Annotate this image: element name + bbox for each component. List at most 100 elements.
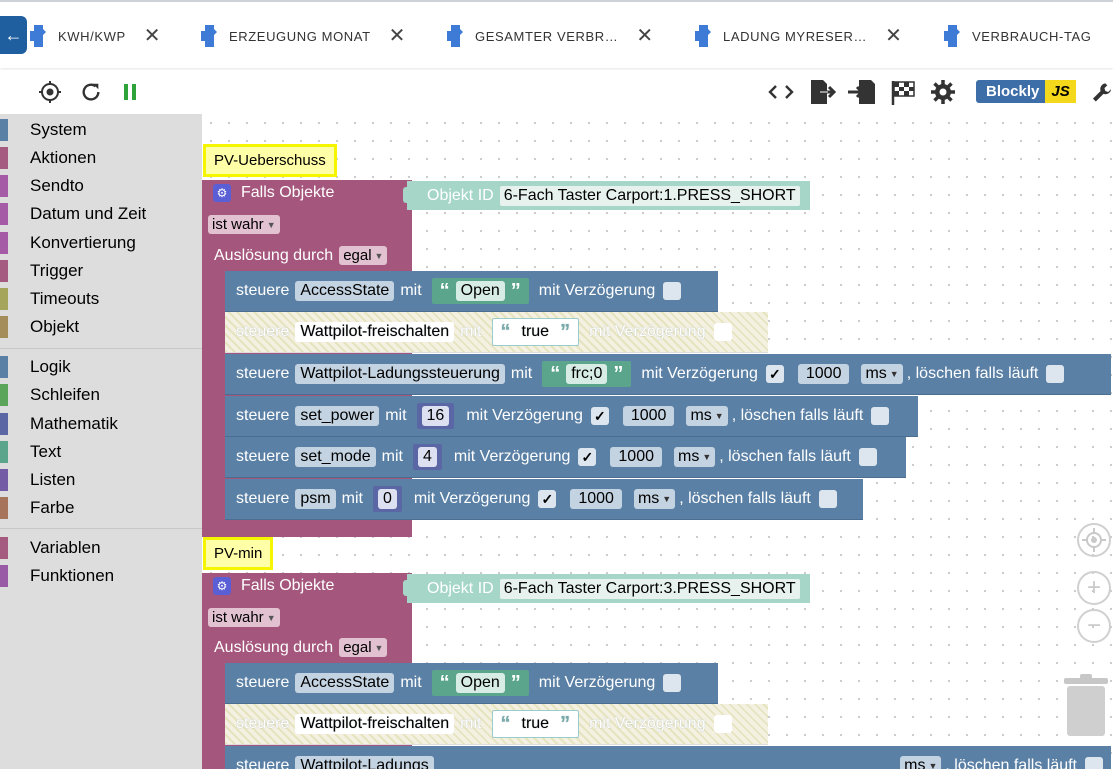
- settings-gear-icon[interactable]: ⚙: [213, 184, 231, 202]
- category-sendto[interactable]: Sendto: [0, 173, 202, 199]
- close-icon[interactable]: ✕: [885, 26, 902, 46]
- control-block-disabled[interactable]: steuere Wattpilot-freischalten mit “true…: [225, 704, 768, 745]
- category-variablen[interactable]: Variablen: [0, 535, 202, 561]
- unit-dropdown[interactable]: ms ▼: [861, 364, 903, 384]
- category-funktionen[interactable]: Funktionen: [0, 563, 202, 589]
- objekt-id-value[interactable]: 6-Fach Taster Carport:3.PRESS_SHORT: [499, 578, 800, 599]
- category-datum-und-zeit[interactable]: Datum und Zeit: [0, 201, 202, 227]
- state-field[interactable]: Wattpilot-Ladungssteuerung: [295, 364, 505, 384]
- string-block[interactable]: “true”: [491, 710, 580, 738]
- unit-dropdown[interactable]: ms ▼: [673, 447, 716, 467]
- refresh-icon[interactable]: [77, 78, 105, 106]
- delay-checkbox[interactable]: ✓: [538, 490, 557, 508]
- category-timeouts[interactable]: Timeouts: [0, 286, 202, 312]
- delay-checkbox[interactable]: ✓: [590, 407, 609, 425]
- tab-gesamter-verbrauch[interactable]: GESAMTER VERBR… ✕: [447, 18, 654, 54]
- control-block[interactable]: steuere psm mit 0 mit Verzögerung ✓ 1000…: [225, 479, 863, 520]
- string-block[interactable]: “Open”: [431, 278, 529, 304]
- clear-checkbox[interactable]: [818, 490, 837, 508]
- clear-checkbox[interactable]: [1085, 757, 1103, 769]
- tab-kwh-kwp[interactable]: KWH/KWP ✕: [30, 18, 161, 54]
- state-field[interactable]: AccessState: [295, 673, 395, 693]
- state-field[interactable]: psm: [295, 489, 336, 509]
- clear-checkbox[interactable]: [858, 448, 877, 466]
- export-icon[interactable]: [806, 78, 838, 106]
- close-icon[interactable]: ✕: [636, 26, 653, 46]
- settings-gear-icon[interactable]: [928, 78, 958, 106]
- delay-value[interactable]: 1000: [622, 406, 675, 426]
- control-block[interactable]: steuere set_mode mit 4 mit Verzögerung ✓…: [225, 437, 906, 478]
- unit-dropdown[interactable]: ms ▼: [686, 406, 728, 426]
- trash-icon[interactable]: [1064, 674, 1108, 736]
- tab-erzeugung-monat[interactable]: ERZEUGUNG MONAT ✕: [201, 18, 406, 54]
- control-block[interactable]: steuere AccessState mit “Open” mit Verzö…: [225, 271, 718, 312]
- category-schleifen[interactable]: Schleifen: [0, 382, 202, 408]
- ausloesung-dropdown[interactable]: egal ▼: [339, 246, 388, 265]
- category-aktionen[interactable]: Aktionen: [0, 145, 202, 171]
- back-arrow-icon[interactable]: ←: [0, 16, 27, 54]
- objekt-id-value[interactable]: 6-Fach Taster Carport:1.PRESS_SHORT: [499, 185, 800, 206]
- category-objekt[interactable]: Objekt: [0, 314, 202, 340]
- settings-gear-icon[interactable]: ⚙: [213, 577, 231, 595]
- delay-checkbox[interactable]: ✓: [578, 448, 597, 466]
- string-block[interactable]: “true”: [491, 318, 580, 346]
- category-system[interactable]: System: [0, 117, 202, 143]
- delay-checkbox[interactable]: [663, 674, 682, 692]
- category-text[interactable]: Text: [0, 439, 202, 465]
- state-field[interactable]: Wattpilot-Ladungs: [295, 756, 434, 769]
- control-block[interactable]: steuere set_power mit 16 mit Verzögerung…: [225, 396, 918, 437]
- objekt-id-block[interactable]: Objekt ID 6-Fach Taster Carport:3.PRESS_…: [403, 574, 810, 603]
- category-farbe[interactable]: Farbe: [0, 495, 202, 521]
- category-mathematik[interactable]: Mathematik: [0, 411, 202, 437]
- unit-dropdown[interactable]: ms ▼: [633, 489, 676, 509]
- clear-checkbox[interactable]: [871, 407, 890, 425]
- delay-value[interactable]: 1000: [570, 489, 622, 509]
- delay-value[interactable]: 1000: [610, 447, 662, 467]
- zoom-out-icon[interactable]: −: [1077, 609, 1111, 643]
- category-logik[interactable]: Logik: [0, 354, 202, 380]
- clear-checkbox[interactable]: [1046, 365, 1065, 383]
- delay-checkbox[interactable]: [663, 282, 682, 300]
- ist-wahr-dropdown[interactable]: ist wahr ▼: [208, 215, 280, 234]
- string-block[interactable]: “Open”: [431, 670, 529, 696]
- target-icon[interactable]: [36, 78, 64, 106]
- import-icon[interactable]: [846, 78, 878, 106]
- control-block[interactable]: steuere Wattpilot-Ladungssteuerung mit “…: [225, 354, 1111, 395]
- zoom-reset-icon[interactable]: [1077, 523, 1111, 557]
- block-comment[interactable]: PV-Ueberschuss: [203, 144, 337, 177]
- ist-wahr-dropdown[interactable]: ist wahr ▼: [208, 608, 280, 627]
- string-block[interactable]: “frc;0”: [542, 361, 632, 387]
- delay-checkbox[interactable]: [713, 323, 732, 341]
- tab-ladung-myreserve[interactable]: LADUNG MYRESER… ✕: [695, 18, 902, 54]
- state-field[interactable]: set_mode: [295, 447, 376, 467]
- close-icon[interactable]: ✕: [144, 26, 161, 46]
- objekt-id-block[interactable]: Objekt ID 6-Fach Taster Carport:1.PRESS_…: [403, 181, 810, 210]
- blockly-workspace[interactable]: PV-Ueberschuss ⚙ Falls Objekte ist wahr ▼…: [202, 114, 1113, 769]
- category-listen[interactable]: Listen: [0, 467, 202, 493]
- state-field[interactable]: AccessState: [295, 281, 395, 301]
- code-icon[interactable]: [766, 78, 796, 106]
- unit-dropdown[interactable]: ms ▼: [900, 756, 942, 769]
- flag-icon[interactable]: [888, 78, 918, 106]
- blockly-js-toggle[interactable]: Blockly JS: [976, 80, 1076, 103]
- block-comment[interactable]: PV-min: [203, 537, 274, 570]
- number-block[interactable]: 0: [372, 486, 402, 512]
- state-field[interactable]: Wattpilot-freischalten: [295, 322, 455, 342]
- delay-checkbox[interactable]: ✓: [765, 365, 784, 383]
- tab-verbrauch-tag[interactable]: VERBRAUCH-TAG: [944, 18, 1092, 54]
- state-field[interactable]: Wattpilot-freischalten: [295, 714, 455, 734]
- state-field[interactable]: set_power: [295, 406, 380, 426]
- number-block[interactable]: 16: [416, 403, 455, 429]
- ausloesung-dropdown[interactable]: egal ▼: [339, 638, 388, 657]
- delay-checkbox[interactable]: [713, 715, 732, 733]
- control-block-disabled[interactable]: steuere Wattpilot-freischalten mit “true…: [225, 312, 768, 353]
- category-konvertierung[interactable]: Konvertierung: [0, 230, 202, 256]
- delay-value[interactable]: 1000: [797, 364, 850, 384]
- pause-icon[interactable]: [117, 78, 143, 106]
- close-icon[interactable]: ✕: [389, 26, 406, 46]
- wrench-icon[interactable]: [1092, 78, 1113, 106]
- control-block[interactable]: steuere AccessState mit “Open” mit Verzö…: [225, 663, 718, 704]
- number-block[interactable]: 4: [412, 444, 442, 470]
- control-block[interactable]: steuere Wattpilot-Ladungs ms ▼ , löschen …: [225, 746, 1111, 769]
- category-trigger[interactable]: Trigger: [0, 258, 202, 284]
